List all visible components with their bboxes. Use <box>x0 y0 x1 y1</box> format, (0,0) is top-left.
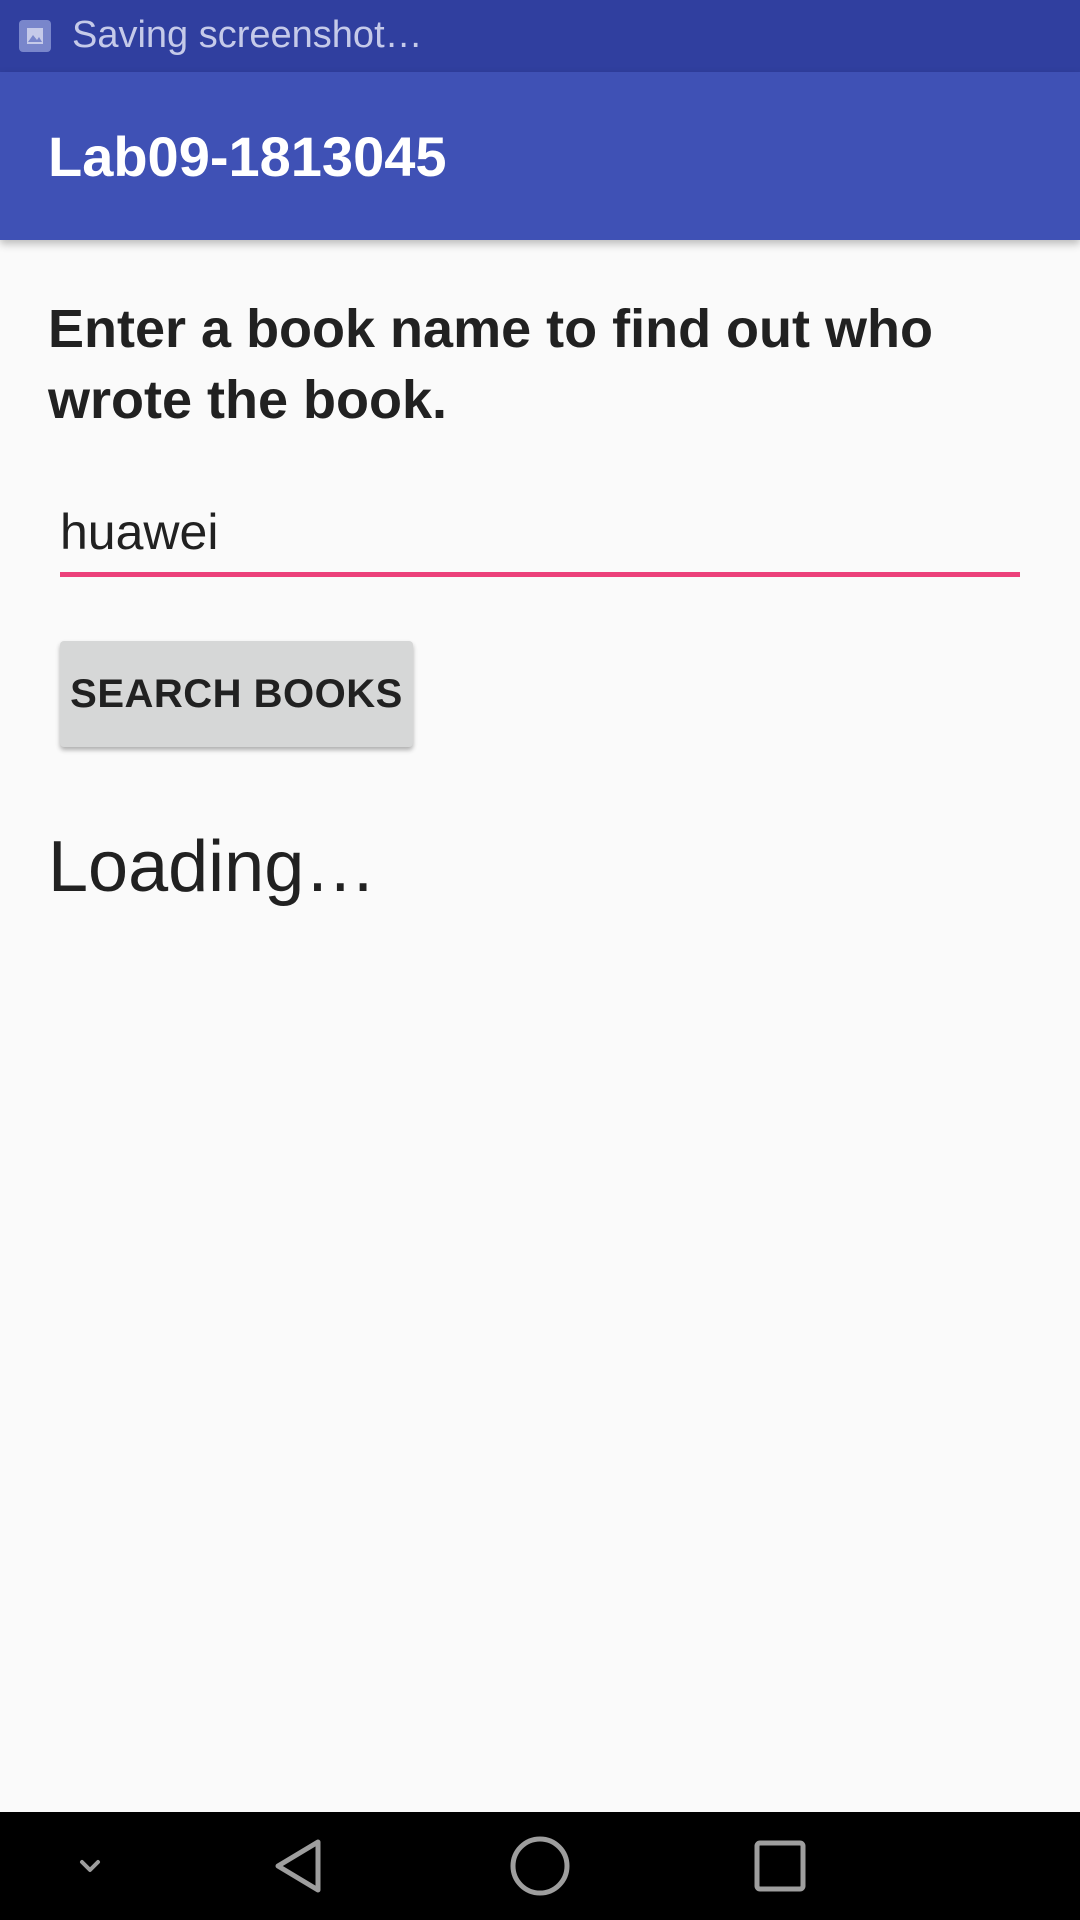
home-icon[interactable] <box>490 1812 590 1920</box>
app-bar: Lab09-1813045 <box>0 72 1080 240</box>
back-icon[interactable] <box>250 1812 350 1920</box>
instruction-text: Enter a book name to find out who wrote … <box>48 299 933 430</box>
notification-text: Saving screenshot… <box>72 14 423 56</box>
screenshot-icon <box>19 20 51 52</box>
book-name-field[interactable] <box>60 492 1020 578</box>
search-books-button[interactable]: SEARCH BOOKS <box>60 641 413 747</box>
app-screen: Saving screenshot… Lab09-1813045 Enter a… <box>0 0 1080 1920</box>
result-text: Loading… <box>48 827 377 907</box>
input-underline <box>60 572 1020 577</box>
navigation-bar <box>0 1812 1080 1920</box>
app-title: Lab09-1813045 <box>48 125 447 188</box>
chevron-down-icon[interactable] <box>44 1812 136 1920</box>
status-bar: Saving screenshot… <box>0 0 1080 72</box>
book-name-input[interactable] <box>60 492 1020 572</box>
recents-icon[interactable] <box>730 1812 830 1920</box>
